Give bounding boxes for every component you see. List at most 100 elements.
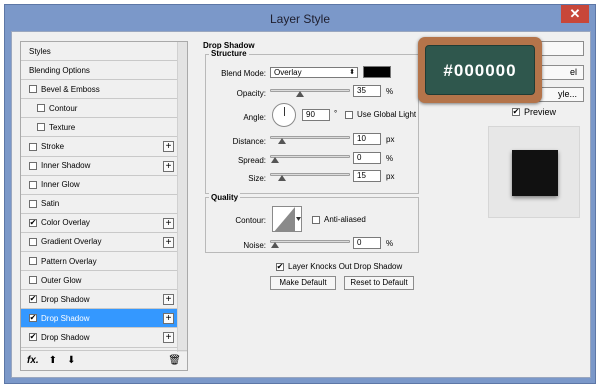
sidebar-item[interactable]: Outer Glow [21,271,177,291]
sidebar-item-checkbox[interactable] [29,142,37,151]
angle-dial[interactable] [272,103,296,127]
preview-checkbox[interactable]: ✔ [512,108,520,116]
sidebar-item-checkbox[interactable]: ✔ [29,295,37,304]
sidebar-item[interactable]: Satin [21,195,177,214]
sidebar-item[interactable]: ✔ Drop Shadow + [21,309,177,329]
styles-sidebar: Styles Blending Options Bevel & Emboss Cont… [20,41,188,371]
noise-unit: % [386,239,394,248]
sidebar-item[interactable]: Styles [21,42,177,62]
sidebar-item[interactable]: Contour [21,99,177,119]
sidebar-item-label: Satin [41,199,60,209]
title-bar: Layer Style ✕ [5,5,595,31]
sidebar-item-checkbox[interactable] [29,237,37,246]
opacity-slider-thumb[interactable] [296,91,304,97]
blend-mode-value: Overlay [274,68,302,77]
noise-slider[interactable] [270,240,350,248]
sidebar-item[interactable]: Stroke + [21,137,177,157]
contour-picker[interactable] [272,206,302,232]
close-button[interactable]: ✕ [561,5,589,23]
opacity-slider[interactable] [270,89,350,97]
distance-slider-thumb[interactable] [278,138,286,144]
global-light-checkbox[interactable] [345,110,353,119]
spread-label: Spread: [237,156,266,165]
sidebar-footer: fx. ⬆ ⬇ 🗑 [21,350,187,370]
window-title: Layer Style [269,12,331,26]
layer-style-window: Layer Style ✕ Styles Blending Options Beve… [4,4,596,384]
sidebar-item-checkbox[interactable] [29,257,37,266]
fx-icon[interactable]: fx. [27,355,39,366]
sidebar-item[interactable]: Texture [21,118,177,138]
sidebar-item[interactable]: Blending Options [21,61,177,81]
noise-input[interactable]: 0 [353,237,381,249]
sidebar-item-checkbox[interactable]: ✔ [29,314,37,323]
sidebar-item-checkbox[interactable] [29,180,37,189]
sidebar-item-checkbox[interactable] [29,85,37,94]
trash-icon[interactable]: 🗑 [168,355,181,366]
knocks-out-option[interactable]: ✔ Layer Knocks Out Drop Shadow [276,262,402,271]
distance-unit: px [386,135,395,144]
sidebar-item-checkbox[interactable]: ✔ [29,218,37,227]
distance-label: Distance: [232,137,266,146]
sidebar-item-label: Drop Shadow [41,332,90,342]
sidebar-item-checkbox[interactable] [29,276,37,285]
size-slider-thumb[interactable] [278,175,286,181]
blend-mode-select[interactable]: Overlay ⬍ [270,67,358,78]
angle-label: Angle: [243,113,266,122]
spread-unit: % [386,154,394,163]
angle-input[interactable]: 90 [302,109,330,121]
add-effect-icon[interactable]: + [163,141,174,153]
sidebar-item[interactable]: Inner Glow [21,176,177,195]
reset-to-default-button[interactable]: Reset to Default [344,276,414,290]
sidebar-item[interactable]: Inner Shadow + [21,157,177,176]
spread-input[interactable]: 0 [353,152,381,164]
distance-input[interactable]: 10 [353,133,381,145]
add-effect-icon[interactable]: + [163,160,174,172]
angle-unit: ° [334,109,338,118]
make-default-button[interactable]: Make Default [270,276,336,290]
sidebar-item[interactable]: Pattern Overlay [21,252,177,272]
preview-square [512,150,558,196]
sidebar-item-checkbox[interactable]: ✔ [29,333,37,342]
anti-aliased-option[interactable]: Anti-aliased [312,215,366,224]
sidebar-item-label: Inner Shadow [41,161,91,171]
add-effect-icon[interactable]: + [163,332,174,344]
sidebar-item-checkbox[interactable] [29,161,37,170]
add-effect-icon[interactable]: + [163,236,174,248]
spread-slider[interactable] [270,155,350,163]
sidebar-item-label: Texture [49,122,76,132]
size-input[interactable]: 15 [353,170,381,182]
size-slider[interactable] [270,173,350,181]
contour-curve-icon [274,207,301,231]
add-effect-icon[interactable]: + [163,217,174,229]
sidebar-item-checkbox[interactable] [37,104,45,113]
sidebar-item[interactable]: Gradient Overlay + [21,233,177,253]
sidebar-item[interactable]: Bevel & Emboss [21,80,177,100]
structure-title: Structure [209,49,249,58]
sidebar-scrollbar[interactable] [177,42,187,352]
add-effect-icon[interactable]: + [163,294,174,306]
add-effect-icon[interactable]: + [163,313,174,325]
global-light-option[interactable]: Use Global Light [345,110,416,119]
quality-title: Quality [209,193,241,202]
dropdown-arrow-icon: ⬍ [349,69,355,76]
opacity-input[interactable]: 35 [353,85,381,97]
sidebar-item-label: Outer Glow [41,275,82,285]
spread-slider-thumb[interactable] [271,157,279,163]
sidebar-item[interactable]: ✔ Drop Shadow + [21,290,177,310]
sidebar-item-checkbox[interactable] [29,199,37,208]
sidebar-item[interactable]: ✔ Color Overlay + [21,214,177,233]
sidebar-item-label: Bevel & Emboss [41,84,100,94]
knocks-out-checkbox[interactable]: ✔ [276,262,284,271]
anti-aliased-label: Anti-aliased [324,215,366,224]
sidebar-item[interactable]: ✔ Drop Shadow + [21,328,177,348]
distance-slider[interactable] [270,136,350,144]
preview-label: Preview [524,107,557,117]
move-up-icon[interactable]: ⬆ [49,355,57,366]
move-down-icon[interactable]: ⬇ [67,355,75,366]
anti-aliased-checkbox[interactable] [312,215,320,224]
noise-slider-thumb[interactable] [271,242,279,248]
size-unit: px [386,172,395,181]
shadow-color-swatch[interactable] [363,66,391,78]
preview-option[interactable]: ✔ Preview [512,107,556,117]
sidebar-item-checkbox[interactable] [37,123,45,132]
